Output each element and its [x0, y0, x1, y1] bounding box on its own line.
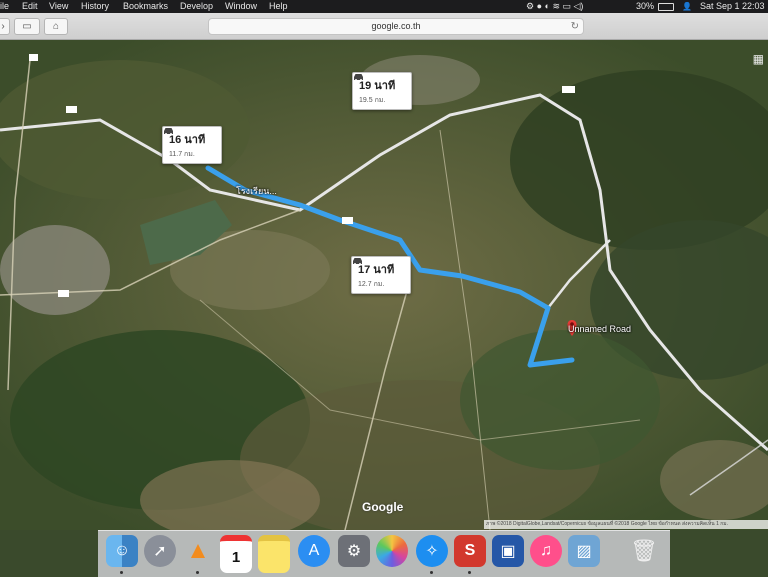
vlc-icon[interactable]: ▲ [182, 535, 214, 567]
car-icon [353, 258, 362, 265]
running-indicator [430, 571, 433, 574]
google-logo: Google [362, 500, 404, 514]
trash-icon[interactable]: 🗑 [628, 535, 660, 567]
home-icon: ⌂ [52, 21, 60, 32]
reload-icon[interactable]: ↻ [571, 19, 579, 34]
itunes-icon[interactable]: ♫ [530, 535, 562, 567]
url-text: google.co.th [371, 21, 421, 31]
finder-icon[interactable]: ☺ [106, 535, 138, 567]
car-icon [354, 74, 363, 81]
clock[interactable]: Sat Sep 1 22:03 [700, 0, 765, 13]
sidebar-button[interactable]: ▭ [14, 18, 40, 35]
menu-file[interactable]: ile [0, 0, 9, 13]
route-distance: 11.7 กม. [169, 151, 195, 158]
dock: ☺ ➚ ▲ 1 A ⚙ ✧ S ▣ ♫ ▨ 🗑 [98, 530, 670, 577]
route-time: 17 นาที [358, 264, 395, 276]
running-indicator [468, 571, 471, 574]
app-icon-red[interactable]: S [454, 535, 486, 567]
route-bubble-3[interactable]: 17 นาที 12.7 กม. [351, 256, 411, 294]
menu-history[interactable]: History [81, 0, 109, 13]
menu-help[interactable]: Help [269, 0, 288, 13]
place-label[interactable]: โรงเรียน... [236, 184, 277, 198]
running-indicator [196, 571, 199, 574]
route-distance: 12.7 กม. [358, 281, 385, 288]
address-bar[interactable]: google.co.th ↻ [208, 18, 584, 35]
menu-develop[interactable]: Develop [180, 0, 213, 13]
menu-edit[interactable]: Edit [22, 0, 38, 13]
photos-icon[interactable] [376, 535, 408, 567]
launchpad-icon[interactable]: ➚ [144, 535, 176, 567]
system-preferences-icon[interactable]: ⚙ [338, 535, 370, 567]
route-distance: 19.5 กม. [359, 97, 386, 104]
car-icon [164, 128, 173, 135]
preview-icon[interactable]: ▨ [568, 535, 600, 567]
map-attribution: ภาพ ©2018 DigitalGlobe,Landsat/Copernicu… [484, 520, 768, 529]
notes-icon[interactable] [258, 535, 290, 573]
menu-window[interactable]: Window [225, 0, 257, 13]
route-bubble-2[interactable]: 19 นาที 19.5 กม. [352, 72, 412, 110]
user-icon[interactable]: 👤 [682, 0, 692, 13]
satellite-map[interactable]: 16 นาที 11.7 กม. 19 นาที 19.5 กม. 17 นาท… [0, 40, 768, 530]
browser-toolbar: › ▭ ⌂ google.co.th ↻ [0, 13, 768, 40]
menu-bookmarks[interactable]: Bookmarks [123, 0, 168, 13]
destination-label[interactable]: Unnamed Road [568, 324, 631, 334]
app-store-icon[interactable]: A [298, 535, 330, 567]
safari-icon[interactable]: ✧ [416, 535, 448, 567]
status-icons[interactable]: ⚙ ● ◐ ≋ ▭ ◁) [526, 0, 583, 13]
menu-view[interactable]: View [49, 0, 68, 13]
battery-icon[interactable] [658, 3, 674, 11]
grid-icon[interactable]: ▦ [753, 52, 764, 66]
battery-percent[interactable]: 30% [636, 0, 654, 13]
route-time: 19 นาที [359, 80, 396, 92]
forward-button[interactable]: › [0, 18, 10, 35]
calendar-icon[interactable]: 1 [220, 535, 252, 573]
route-bubble-1[interactable]: 16 นาที 11.7 กม. [162, 126, 222, 164]
running-indicator [120, 571, 123, 574]
menu-bar: ile Edit View History Bookmarks Develop … [0, 0, 768, 13]
app-icon-blue[interactable]: ▣ [492, 535, 524, 567]
route-time: 16 นาที [169, 134, 206, 146]
sidebar-icon: ▭ [22, 21, 32, 32]
home-button[interactable]: ⌂ [44, 18, 68, 35]
